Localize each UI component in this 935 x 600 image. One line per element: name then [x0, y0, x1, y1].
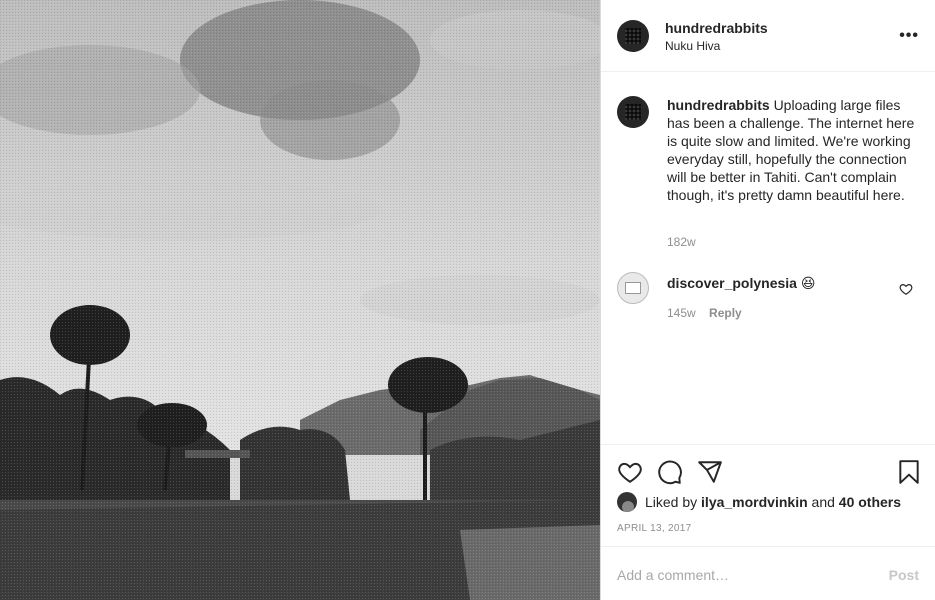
location-link[interactable]: Nuku Hiva	[665, 39, 720, 53]
comment-icon[interactable]	[657, 459, 683, 485]
caption-username[interactable]: hundredrabbits	[667, 97, 770, 113]
actions-section: Liked by ilya_mordvinkin and 40 others A…	[601, 444, 935, 600]
heart-icon[interactable]	[617, 459, 643, 485]
share-icon[interactable]	[697, 459, 723, 485]
comment-avatar[interactable]	[617, 272, 649, 304]
bookmark-icon[interactable]	[896, 459, 922, 485]
comment-like-heart-icon[interactable]	[899, 282, 913, 296]
add-comment-input[interactable]: Add a comment…	[617, 567, 729, 583]
more-options-icon[interactable]: •••	[899, 28, 919, 44]
liker-avatar[interactable]	[617, 492, 637, 512]
likes-and: and	[811, 494, 835, 510]
post-button[interactable]: Post	[889, 567, 919, 583]
comments-section: hundredrabbits Uploading large files has…	[601, 72, 935, 444]
liker-username[interactable]: ilya_mordvinkin	[701, 494, 808, 510]
comment: discover_polynesia 😆	[667, 275, 815, 292]
post-header: hundredrabbits Nuku Hiva •••	[601, 0, 935, 72]
comment-username[interactable]: discover_polynesia	[667, 275, 797, 291]
likes-summary: Liked by ilya_mordvinkin and 40 others	[617, 491, 901, 513]
caption-timestamp[interactable]: 182w	[667, 235, 696, 249]
add-comment-bar: Add a comment… Post	[601, 546, 935, 600]
comment-text: 😆	[800, 275, 816, 291]
post-date[interactable]: APRIL 13, 2017	[617, 523, 691, 534]
post-photo[interactable]	[0, 0, 600, 600]
profile-avatar[interactable]	[617, 20, 649, 52]
caption-avatar[interactable]	[617, 96, 649, 128]
header-username[interactable]: hundredrabbits	[665, 20, 768, 36]
likes-prefix: Liked by	[645, 494, 698, 510]
caption: hundredrabbits Uploading large files has…	[667, 96, 917, 204]
reply-button[interactable]: Reply	[709, 306, 742, 320]
comment-meta: 145w Reply	[667, 306, 742, 320]
post-panel: hundredrabbits Nuku Hiva ••• hundredrabb…	[600, 0, 935, 600]
likes-others[interactable]: 40 others	[839, 494, 901, 510]
comment-timestamp[interactable]: 145w	[667, 306, 696, 320]
landscape-image	[0, 0, 600, 600]
